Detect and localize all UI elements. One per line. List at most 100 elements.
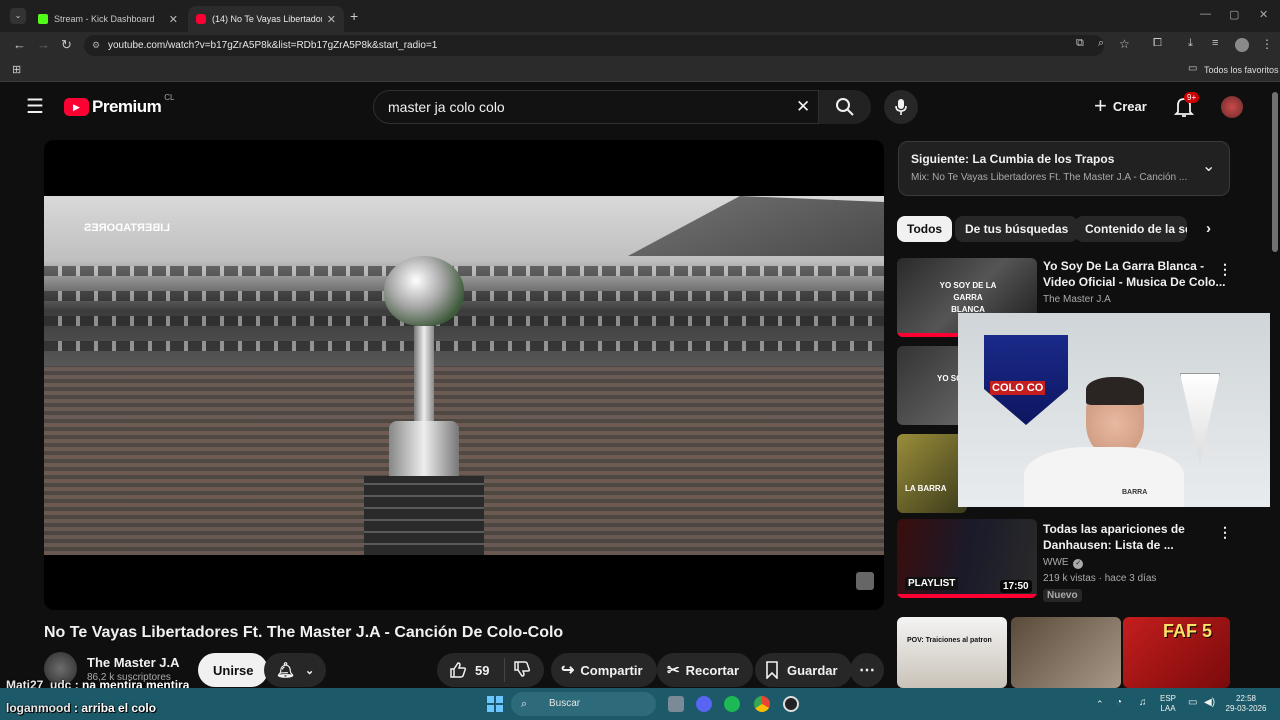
- discord-icon[interactable]: [696, 696, 712, 712]
- join-button[interactable]: Unirse: [198, 653, 269, 687]
- url-input[interactable]: ⚙ youtube.com/watch?v=b17gZrA5P8k&list=R…: [84, 35, 1104, 56]
- rec-thumbnail[interactable]: PLAYLIST 17:50: [897, 519, 1037, 598]
- video-frame: LIBERTADORES: [44, 196, 884, 555]
- more-dots-icon: ⋯: [859, 662, 875, 679]
- chevron-down-icon[interactable]: ⌄: [1202, 156, 1215, 176]
- page-scrollbar[interactable]: [1270, 82, 1280, 688]
- display-icon[interactable]: ▭: [1188, 698, 1197, 708]
- rec-title[interactable]: Yo Soy De La Garra Blanca - Video Oficia…: [1043, 258, 1225, 290]
- window-minimize-button[interactable]: —: [1200, 8, 1211, 20]
- rec-channel[interactable]: WWE ✓: [1043, 557, 1084, 569]
- youtube-play-icon: ▶: [64, 98, 89, 116]
- chat-message: loganmood : arriba el colo: [6, 701, 157, 715]
- clip-button[interactable]: ✂ Recortar: [657, 653, 754, 687]
- browser-address-bar: ← → ↻ ⚙ youtube.com/watch?v=b17gZrA5P8k&…: [0, 32, 1280, 58]
- short-thumbnail[interactable]: FAF 5: [1123, 617, 1230, 688]
- menu-dots-icon[interactable]: ⋮: [1261, 37, 1273, 51]
- window-restore-button[interactable]: ▢: [1229, 8, 1239, 21]
- taskbar-search-input[interactable]: ⌕ Buscar: [511, 692, 656, 716]
- voice-search-button[interactable]: [884, 90, 918, 124]
- window-close-button[interactable]: ✕: [1259, 8, 1268, 21]
- country-code: CL: [164, 92, 175, 102]
- clock[interactable]: 22:58 29-03-2026: [1222, 694, 1270, 714]
- rec-thumbnail[interactable]: YO SOY DE LA: [897, 346, 967, 425]
- forward-arrow-icon[interactable]: →: [37, 37, 50, 52]
- all-bookmarks-link[interactable]: Todos los favoritos: [1204, 65, 1279, 75]
- clear-search-icon[interactable]: ✕: [796, 91, 810, 123]
- tab-search-icon[interactable]: ⌄: [10, 8, 26, 24]
- rec-title[interactable]: Todas las apariciones de Danhausen: List…: [1043, 521, 1185, 553]
- stadium-roof: [628, 196, 884, 256]
- subscription-bell-button[interactable]: 🔔︎ ⌄: [264, 653, 326, 687]
- tab-youtube-video[interactable]: (14) No Te Vayas Libertadores f ✕: [188, 6, 344, 32]
- tab-kick-dashboard[interactable]: Stream - Kick Dashboard ✕: [30, 6, 186, 32]
- chevron-right-icon[interactable]: ›: [1206, 220, 1211, 237]
- spotify-icon[interactable]: [724, 696, 740, 712]
- rec-menu-icon[interactable]: ⋮: [1218, 261, 1232, 278]
- trophy: [364, 236, 484, 555]
- bookmark-icon: [766, 661, 778, 679]
- profile-avatar[interactable]: [1235, 38, 1249, 52]
- more-actions-button[interactable]: ⋯: [850, 653, 884, 687]
- wifi-icon[interactable]: ◔: [1116, 698, 1122, 708]
- volume-icon[interactable]: ◀): [1204, 698, 1215, 708]
- bookmark-star-icon[interactable]: ☆: [1119, 37, 1130, 51]
- like-button[interactable]: 59: [437, 658, 505, 682]
- short-thumbnail[interactable]: POV: Traiciones al patron: [897, 617, 1007, 688]
- rec-menu-icon[interactable]: ⋮: [1218, 524, 1232, 541]
- hamburger-menu-icon[interactable]: ☰: [26, 94, 44, 119]
- video-title: No Te Vayas Libertadores Ft. The Master …: [44, 624, 564, 641]
- channel-name[interactable]: The Master J.A: [87, 655, 179, 670]
- scrollbar-thumb[interactable]: [1272, 92, 1278, 252]
- thumb-caption: PLAYLIST: [905, 577, 959, 590]
- search-input[interactable]: master ja colo colo ✕: [373, 90, 819, 124]
- youtube-logo[interactable]: ▶ Premium CL: [64, 93, 174, 117]
- up-next-title: Siguiente: La Cumbia de los Trapos: [911, 152, 1115, 166]
- windows-start-icon[interactable]: [487, 696, 503, 712]
- chip-from-searches[interactable]: De tus búsquedas: [955, 216, 1079, 242]
- new-tab-button[interactable]: +: [350, 8, 358, 24]
- media-icon[interactable]: ≡: [1212, 37, 1218, 49]
- cast-icon[interactable]: ⧉: [1076, 37, 1084, 50]
- channel-watermark-icon[interactable]: [856, 572, 874, 590]
- create-label: Crear: [1112, 98, 1147, 114]
- task-view-icon[interactable]: [668, 696, 684, 712]
- microphone-icon[interactable]: ♫: [1139, 698, 1147, 708]
- save-button[interactable]: Guardar: [755, 653, 852, 687]
- bell-icon: 🔔︎: [276, 662, 296, 679]
- thumbs-up-icon: [450, 662, 467, 678]
- rec-thumbnail[interactable]: LA BARRA: [897, 434, 967, 513]
- up-next-subtitle: Mix: No Te Vayas Libertadores Ft. The Ma…: [911, 172, 1188, 183]
- search-button[interactable]: [819, 90, 871, 124]
- video-overlay-text: LIBERTADORES: [84, 222, 170, 234]
- site-info-icon[interactable]: ⚙: [92, 35, 100, 56]
- obs-icon[interactable]: [783, 696, 799, 712]
- browser-tab-bar: ⌄ Stream - Kick Dashboard ✕ (14) No Te V…: [0, 0, 1280, 32]
- account-avatar[interactable]: [1221, 96, 1243, 118]
- chip-series-content[interactable]: Contenido de la ser: [1075, 216, 1187, 242]
- download-icon[interactable]: ⤓: [1188, 37, 1193, 50]
- share-label: Compartir: [580, 662, 643, 678]
- watch-progress: [897, 594, 1037, 598]
- rec-channel[interactable]: The Master J.A: [1043, 294, 1111, 305]
- search-icon: [836, 98, 854, 116]
- chip-all[interactable]: Todos: [897, 216, 953, 242]
- up-next-panel[interactable]: Siguiente: La Cumbia de los Trapos Mix: …: [898, 141, 1230, 196]
- create-button[interactable]: + Crear: [1094, 95, 1147, 117]
- video-player[interactable]: LIBERTADORES: [44, 140, 884, 610]
- notifications-button[interactable]: 9+: [1173, 92, 1200, 123]
- language-indicator[interactable]: ESP LAA: [1160, 694, 1176, 714]
- webcam-overlay: COLO CO BARRA: [958, 313, 1280, 507]
- chrome-icon[interactable]: [754, 696, 770, 712]
- extensions-icon[interactable]: ⧠: [1153, 37, 1162, 50]
- apps-grid-icon[interactable]: ⊞: [12, 63, 21, 76]
- share-button[interactable]: ↪ Compartir: [551, 653, 657, 687]
- close-tab-icon[interactable]: ✕: [327, 13, 336, 26]
- back-arrow-icon[interactable]: ←: [13, 37, 26, 52]
- zoom-icon[interactable]: ⌕: [1098, 37, 1104, 50]
- short-thumbnail[interactable]: [1011, 617, 1121, 688]
- tray-overflow-icon[interactable]: ⌃: [1096, 699, 1104, 709]
- dislike-button[interactable]: [505, 660, 531, 681]
- close-tab-icon[interactable]: ✕: [169, 13, 178, 26]
- reload-icon[interactable]: ↻: [61, 37, 72, 53]
